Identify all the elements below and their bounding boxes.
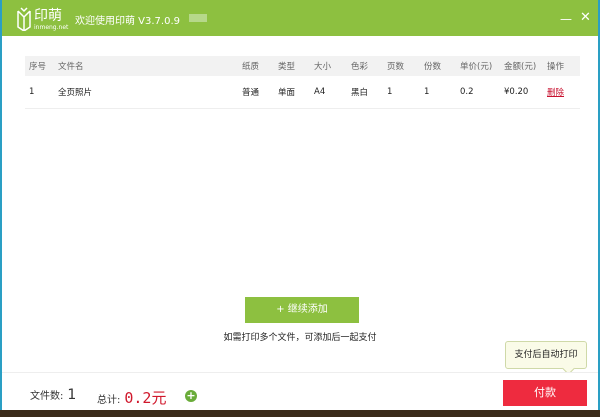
table-header: 序号 文件名 纸质 类型 大小 色彩 页数 份数 单价(元) 金额(元) 操作 [25, 56, 580, 76]
cell-index: 1 [25, 76, 58, 109]
logo-subtext: inmeng.net [34, 24, 69, 31]
col-copies: 份数 [424, 56, 460, 76]
col-amount: 金额(元) [504, 56, 547, 76]
cell-color: 黑白 [351, 76, 387, 109]
col-action: 操作 [547, 56, 580, 76]
cell-copies: 1 [424, 76, 460, 109]
cell-amount: ¥0.20 [504, 76, 547, 109]
col-color: 色彩 [351, 56, 387, 76]
footer: 文件数: 1 总计: 0.2元 + 付款 [2, 372, 598, 410]
file-table: 序号 文件名 纸质 类型 大小 色彩 页数 份数 单价(元) 金额(元) 操作 … [25, 56, 580, 109]
col-name: 文件名 [58, 56, 242, 76]
title-bar: 印萌 inmeng.net 欢迎使用印萌 V3.7.0.9 — ✕ [2, 0, 598, 36]
redacted-text [189, 14, 207, 22]
plus-circle-icon[interactable]: + [185, 390, 197, 402]
cell-paper: 普通 [242, 76, 278, 109]
logo-text: 印萌 [34, 8, 62, 24]
window-title: 欢迎使用印萌 V3.7.0.9 [75, 16, 181, 27]
cell-type: 单面 [278, 76, 314, 109]
col-index: 序号 [25, 56, 58, 76]
continue-add-button[interactable]: + 继续添加 [245, 297, 359, 323]
tooltip: 支付后自动打印 [505, 341, 587, 369]
col-pages: 页数 [387, 56, 424, 76]
cell-size: A4 [314, 76, 351, 109]
col-size: 大小 [314, 56, 351, 76]
delete-link[interactable]: 删除 [547, 88, 564, 98]
table-row: 1 全页照片 普通 单面 A4 黑白 1 1 0.2 ¥0.20 删除 [25, 76, 580, 109]
file-count: 文件数: 1 [30, 387, 76, 403]
cell-pages: 1 [387, 76, 424, 109]
col-unit-price: 单价(元) [460, 56, 504, 76]
minimize-button[interactable]: — [560, 12, 572, 26]
col-paper: 纸质 [242, 56, 278, 76]
app-window: 印萌 inmeng.net 欢迎使用印萌 V3.7.0.9 — ✕ 序号 文件名… [0, 0, 600, 410]
total-value: 0.2元 [124, 389, 167, 407]
cell-unit-price: 0.2 [460, 76, 504, 109]
logo: 印萌 inmeng.net [16, 5, 74, 33]
file-count-label: 文件数: [30, 391, 64, 402]
cell-name: 全页照片 [58, 76, 242, 109]
pay-button[interactable]: 付款 [503, 380, 587, 406]
close-button[interactable]: ✕ [580, 10, 591, 25]
file-count-value: 1 [67, 387, 77, 403]
leaf-logo-icon [17, 7, 31, 31]
total: 总计: 0.2元 [97, 387, 166, 408]
total-label: 总计: [97, 395, 121, 406]
col-type: 类型 [278, 56, 314, 76]
